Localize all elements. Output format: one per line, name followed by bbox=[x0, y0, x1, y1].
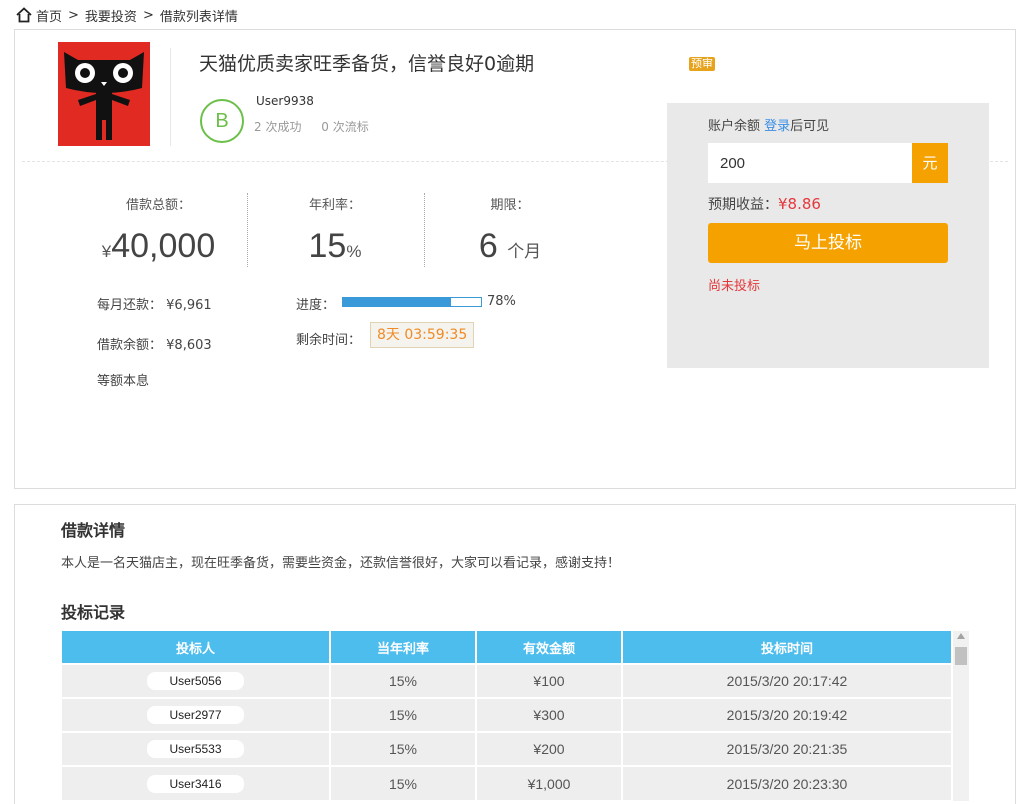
invest-status: 尚未投标 bbox=[708, 279, 761, 294]
monthly-value: ¥6,961 bbox=[166, 298, 212, 313]
loan-amount-stat: 借款总额： ¥40,000 bbox=[100, 194, 217, 266]
balance-suffix: 后可见 bbox=[790, 119, 830, 134]
row-time: 2015/3/20 20:23:30 bbox=[622, 765, 953, 800]
loan-amount-value: 40,000 bbox=[111, 227, 216, 265]
row-rate: 15% bbox=[330, 765, 477, 800]
account-balance: 账户余额 登录后可见 bbox=[708, 115, 829, 134]
row-time: 2015/3/20 20:19:42 bbox=[622, 697, 953, 732]
row-amount: ¥1,000 bbox=[476, 765, 623, 800]
row-amount: ¥300 bbox=[476, 697, 623, 732]
investor-name: User5533 bbox=[147, 740, 244, 758]
review-badge: 预审 bbox=[689, 57, 715, 71]
progress-fill bbox=[343, 298, 451, 306]
scroll-thumb[interactable] bbox=[955, 647, 967, 665]
rate-unit: % bbox=[346, 242, 362, 261]
expected-income: 预期收益：¥8.86 bbox=[708, 194, 821, 214]
row-amount: ¥200 bbox=[476, 731, 623, 766]
header-time: 投标时间 bbox=[622, 631, 953, 664]
invest-box: 账户余额 登录后可见 元 预期收益：¥8.86 马上投标 尚未投标 bbox=[667, 103, 989, 368]
term-label: 期限： bbox=[490, 198, 530, 213]
progress-label: 进度： bbox=[296, 298, 336, 313]
table-row: User5056 15% ¥100 2015/3/20 20:17:42 bbox=[62, 663, 953, 698]
currency-symbol: ¥ bbox=[101, 242, 112, 261]
borrower-stats: 2 次成功 0 次流标 bbox=[254, 118, 385, 135]
term-stat: 期限： 6 个月 bbox=[470, 194, 550, 266]
table-header-row: 投标人 当年利率 有效金额 投标时间 bbox=[62, 631, 953, 664]
shop-logo bbox=[58, 42, 150, 146]
investor-name: User2977 bbox=[147, 706, 244, 724]
logo-divider bbox=[170, 48, 171, 146]
breadcrumb-current: 借款列表详情 bbox=[159, 9, 238, 25]
progress-bar bbox=[342, 297, 482, 307]
investor-name: User3416 bbox=[147, 774, 244, 793]
balance-label: 账户余额 bbox=[708, 119, 761, 134]
header-amount: 有效金额 bbox=[476, 631, 623, 664]
income-label: 预期收益： bbox=[708, 197, 778, 213]
stat-divider bbox=[247, 193, 248, 267]
row-amount: ¥100 bbox=[476, 663, 623, 698]
fail-count: 0 次流标 bbox=[321, 120, 369, 134]
success-count: 2 次成功 bbox=[254, 120, 302, 134]
header-investor: 投标人 bbox=[62, 631, 331, 664]
stat-divider bbox=[424, 193, 425, 267]
invest-button[interactable]: 马上投标 bbox=[708, 223, 948, 263]
records-table: 投标人 当年利率 有效金额 投标时间 User5056 15% ¥100 201… bbox=[62, 631, 953, 800]
header-rate: 当年利率 bbox=[330, 631, 477, 664]
monthly-label: 每月还款： bbox=[97, 298, 163, 313]
table-row: User5533 15% ¥200 2015/3/20 20:21:35 bbox=[62, 731, 953, 766]
remaining-value: ¥8,603 bbox=[166, 338, 212, 353]
loan-amount-label: 借款总额： bbox=[125, 198, 191, 213]
income-value: ¥8.86 bbox=[778, 195, 821, 213]
borrower-username[interactable]: User9938 bbox=[256, 94, 314, 108]
currency-unit: 元 bbox=[912, 143, 948, 183]
table-scrollbar[interactable] bbox=[953, 631, 969, 801]
remaining-label: 借款余额： bbox=[97, 338, 163, 353]
row-rate: 15% bbox=[330, 731, 477, 766]
row-rate: 15% bbox=[330, 697, 477, 732]
remaining-balance: 借款余额： ¥8,603 bbox=[97, 334, 212, 353]
progress-text: 78% bbox=[487, 294, 516, 309]
row-time: 2015/3/20 20:17:42 bbox=[622, 663, 953, 698]
table-row: User2977 15% ¥300 2015/3/20 20:19:42 bbox=[62, 697, 953, 732]
repay-method: 等额本息 bbox=[97, 374, 150, 389]
breadcrumb-separator: > bbox=[68, 7, 79, 23]
borrower-avatar: B bbox=[200, 99, 244, 143]
row-time: 2015/3/20 20:21:35 bbox=[622, 731, 953, 766]
breadcrumb: 首页 > 我要投资 > 借款列表详情 bbox=[15, 6, 238, 25]
breadcrumb-home[interactable]: 首页 bbox=[36, 6, 62, 25]
home-icon[interactable] bbox=[15, 7, 33, 23]
invest-amount-input[interactable] bbox=[708, 143, 912, 183]
loan-title: 天猫优质卖家旺季备货，信誉良好0逾期 bbox=[199, 53, 535, 75]
time-label: 剩余时间： bbox=[296, 333, 362, 348]
rate-label: 年利率： bbox=[308, 198, 361, 213]
records-title: 投标记录 bbox=[61, 603, 126, 622]
breadcrumb-invest[interactable]: 我要投资 bbox=[85, 6, 137, 25]
investor-name: User5056 bbox=[147, 672, 244, 690]
table-row: User3416 15% ¥1,000 2015/3/20 20:23:30 bbox=[62, 765, 953, 800]
details-text: 本人是一名天猫店主，现在旺季备货，需要些资金，还款信誉很好，大家可以看记录，感谢… bbox=[61, 556, 621, 571]
term-unit: 个月 bbox=[507, 242, 542, 261]
scroll-up-arrow[interactable] bbox=[957, 633, 965, 639]
rate-stat: 年利率： 15% bbox=[290, 194, 380, 266]
monthly-payment: 每月还款： ¥6,961 bbox=[97, 294, 212, 313]
rate-value: 15 bbox=[308, 227, 347, 265]
details-title: 借款详情 bbox=[61, 521, 126, 540]
breadcrumb-separator: > bbox=[142, 7, 154, 23]
login-link[interactable]: 登录 bbox=[764, 119, 790, 134]
row-rate: 15% bbox=[330, 663, 477, 698]
countdown-timer: 8天 03:59:35 bbox=[370, 322, 475, 348]
term-value: 6 bbox=[478, 227, 498, 265]
records-table-wrap[interactable]: 投标人 当年利率 有效金额 投标时间 User5056 15% ¥100 201… bbox=[62, 631, 970, 801]
